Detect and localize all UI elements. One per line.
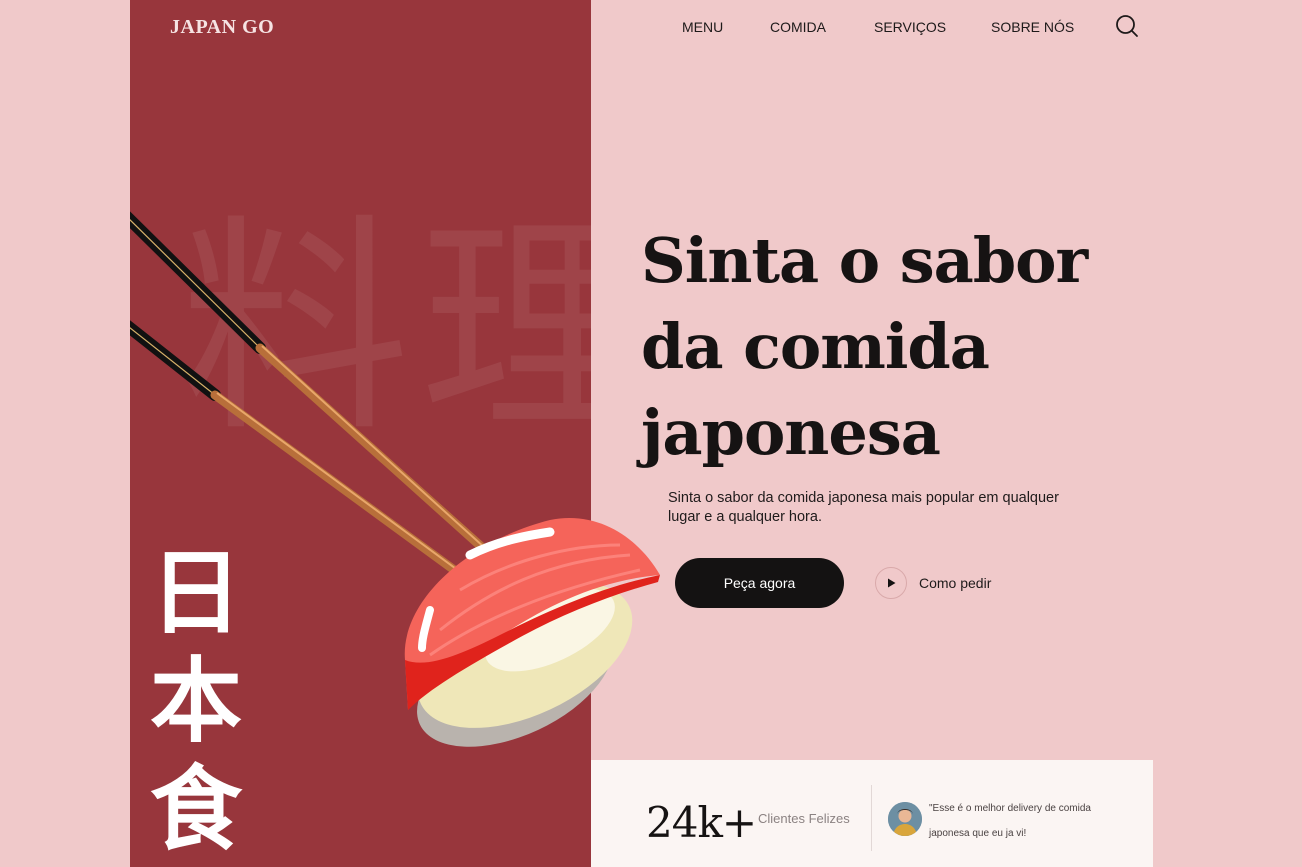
play-button-circle[interactable] [875, 567, 907, 599]
customer-avatar-icon [888, 802, 922, 836]
hero-title: Sinta o sabor da comida japonesa [641, 218, 1111, 476]
how-to-order-label: Como pedir [919, 575, 992, 591]
hero-title-line-2: da comida [641, 310, 990, 383]
stats-card: 24k+ Clientes Felizes "Esse é o melhor d… [591, 760, 1153, 867]
brand-logo[interactable]: JAPAN GO [170, 16, 274, 39]
nav-item-servicos[interactable]: SERVIÇOS [874, 19, 946, 35]
order-now-button[interactable]: Peça agora [675, 558, 844, 608]
hero-title-line-3: japonesa [641, 396, 941, 469]
play-icon [888, 578, 896, 588]
happy-clients-count: 24k+ [646, 798, 757, 847]
nav-item-sobre-nos[interactable]: SOBRE NÓS [991, 19, 1074, 35]
avatar [888, 802, 922, 836]
hero-subtitle: Sinta o sabor da comida japonesa mais po… [668, 490, 1059, 525]
nav-item-menu[interactable]: MENU [682, 19, 723, 35]
stats-divider [871, 785, 872, 851]
kanji-char-3: 食 [150, 756, 243, 863]
sushi-chopsticks-illustration [130, 211, 660, 747]
hero-title-line-1: Sinta o sabor [641, 224, 1088, 297]
testimonial-quote: "Esse é o melhor delivery de comida japo… [929, 803, 1091, 839]
search-icon[interactable] [1114, 13, 1140, 39]
how-to-order-link[interactable]: Como pedir [875, 567, 991, 599]
happy-clients-label: Clientes Felizes [758, 811, 850, 826]
nav-item-comida[interactable]: COMIDA [770, 19, 826, 35]
